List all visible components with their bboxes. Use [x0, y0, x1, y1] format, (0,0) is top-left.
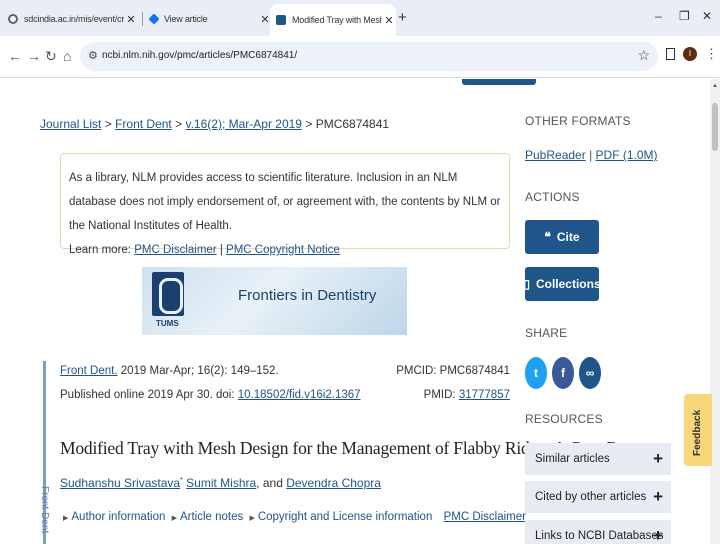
tab-sdcindia[interactable]: sdcindia.ac.in/mis/event/create ✕ [2, 6, 138, 32]
cited-by-accordion[interactable]: Cited by other articles + [525, 481, 671, 513]
twitter-share-icon[interactable]: t [525, 357, 547, 389]
breadcrumb-journal[interactable]: Front Dent [115, 117, 172, 131]
feedback-tab[interactable]: Feedback [684, 394, 712, 466]
tab-strip: sdcindia.ac.in/mis/event/create ✕ View a… [0, 0, 720, 36]
pmc-copyright-link[interactable]: PMC Copyright Notice [226, 244, 340, 256]
format-links: PubReader | PDF (1.0M) [525, 148, 658, 162]
pmid-link[interactable]: 31777857 [459, 389, 510, 401]
site-info-icon[interactable]: ⚙ [88, 49, 98, 62]
journal-name: Frontiers in Dentistry [238, 287, 377, 304]
nlm-notice: As a library, NLM provides access to sci… [60, 153, 510, 256]
ncbi-links-accordion[interactable]: Links to NCBI Databases + [525, 520, 671, 544]
citation-line: Front Dent. 2019 Mar-Apr; 16(2): 149–152… [60, 365, 279, 377]
close-tab-icon[interactable]: ✕ [382, 14, 396, 27]
other-formats-heading: OTHER FORMATS [525, 114, 631, 128]
plus-icon: + [653, 449, 663, 468]
article-notes-toggle[interactable]: Article notes [180, 511, 243, 523]
back-icon[interactable]: ← [8, 48, 22, 64]
journal-logo[interactable]: TUMS Frontiers in Dentistry [142, 267, 407, 335]
pdf-link[interactable]: PDF (1.0M) [596, 148, 658, 162]
close-window-icon[interactable]: ✕ [702, 9, 712, 23]
notice-text: As a library, NLM provides access to sci… [69, 172, 501, 232]
actions-heading: ACTIONS [525, 190, 580, 204]
author-link[interactable]: Sumit Mishra [186, 476, 256, 490]
minimize-icon[interactable]: – [655, 9, 662, 23]
globe-icon [8, 14, 18, 24]
home-icon[interactable]: ⌂ [63, 48, 71, 64]
close-tab-icon[interactable]: ✕ [124, 13, 138, 26]
tab-separator [142, 12, 143, 26]
bookmark-star-icon[interactable]: ☆ [637, 47, 650, 64]
doi-link[interactable]: 10.18502/fid.v16i2.1367 [238, 389, 361, 401]
new-tab-icon[interactable]: + [398, 9, 407, 26]
pmc-favicon-icon [276, 15, 286, 25]
restore-icon[interactable]: ❐ [679, 9, 690, 23]
link-share-icon[interactable]: ∞ [579, 357, 601, 389]
journal-vertical-label: Front Dent [39, 486, 50, 534]
page-content: Journal List > Front Dent > v.16(2); Mar… [0, 79, 710, 544]
diamond-icon [148, 13, 160, 25]
breadcrumb-issue[interactable]: v.16(2); Mar-Apr 2019 [185, 117, 302, 131]
quote-icon: ❝ [544, 230, 551, 244]
breadcrumb-pmc: PMC6874841 [315, 117, 390, 131]
breadcrumb-journal-list[interactable]: Journal List [40, 117, 101, 131]
author-list: Sudhanshu Srivastava* Sumit Mishra, and … [60, 476, 381, 490]
pmid-line: PMID: 31777857 [423, 389, 510, 401]
expand-triangle-icon: ▶ [249, 515, 255, 522]
search-button-edge[interactable] [462, 79, 536, 85]
resources-heading: RESOURCES [525, 412, 603, 426]
profile-avatar[interactable]: I [683, 47, 697, 61]
side-panel-icon[interactable] [666, 48, 675, 60]
menu-kebab-icon[interactable]: ⋮ [705, 46, 718, 62]
expand-triangle-icon: ▶ [63, 515, 69, 522]
copyright-toggle[interactable]: Copyright and License information [258, 511, 433, 523]
author-link[interactable]: Devendra Chopra [286, 476, 381, 490]
page-scrollbar[interactable]: ▲ [710, 79, 720, 544]
learn-more-line: Learn more: PMC Disclaimer | PMC Copyrig… [69, 244, 340, 256]
tab-view-article[interactable]: View article ✕ [144, 6, 272, 32]
plus-icon: + [653, 526, 663, 544]
tab-modified-tray[interactable]: Modified Tray with Mesh Desig ✕ [270, 4, 396, 36]
share-heading: SHARE [525, 326, 568, 340]
url-text[interactable]: ncbi.nlm.nih.gov/pmc/articles/PMC6874841… [102, 50, 297, 61]
collections-button[interactable]: ▯ Collections [523, 267, 601, 301]
expand-triangle-icon: ▶ [171, 515, 177, 522]
forward-icon[interactable]: → [27, 48, 41, 64]
scroll-up-icon[interactable]: ▲ [712, 83, 718, 89]
breadcrumb: Journal List > Front Dent > v.16(2); Mar… [40, 117, 390, 131]
tums-emblem-icon [152, 272, 184, 316]
author-information-toggle[interactable]: Author information [71, 511, 165, 523]
disclaimer-link[interactable]: PMC Disclaimer [444, 511, 526, 523]
address-bar[interactable]: ⚙ ncbi.nlm.nih.gov/pmc/articles/PMC68748… [80, 42, 658, 71]
published-line: Published online 2019 Apr 30. doi: 10.18… [60, 389, 361, 401]
pmc-disclaimer-link[interactable]: PMC Disclaimer [134, 244, 216, 256]
pmcid: PMCID: PMC6874841 [396, 365, 510, 377]
scrollbar-thumb[interactable] [712, 103, 718, 151]
journal-link[interactable]: Front Dent. [60, 365, 118, 377]
reload-icon[interactable]: ↻ [45, 48, 57, 65]
cite-button[interactable]: ❝ Cite [525, 220, 599, 254]
bookmark-icon: ▯ [523, 277, 530, 291]
author-link[interactable]: Sudhanshu Srivastava [60, 476, 180, 490]
facebook-share-icon[interactable]: f [552, 357, 574, 389]
browser-toolbar: ← → ↻ ⌂ ⚙ ncbi.nlm.nih.gov/pmc/articles/… [0, 36, 720, 78]
plus-icon: + [653, 487, 663, 506]
similar-articles-accordion[interactable]: Similar articles + [525, 443, 671, 475]
article-info-links: ▶ Author information ▶ Article notes ▶ Copy… [60, 511, 526, 523]
pubreader-link[interactable]: PubReader [525, 148, 586, 162]
